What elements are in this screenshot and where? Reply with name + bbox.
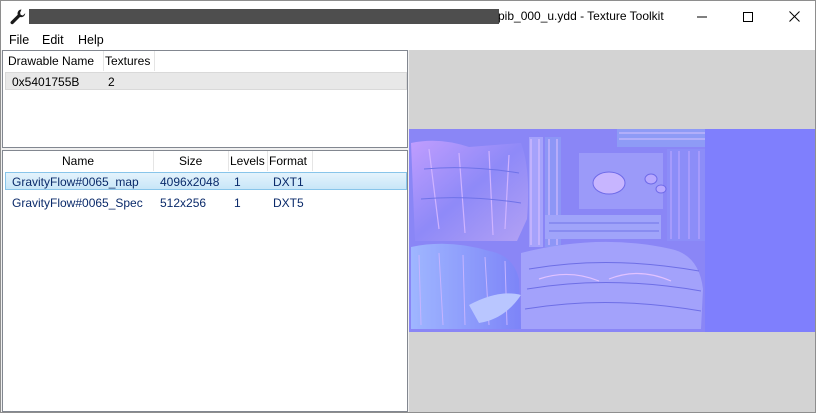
redacted-path bbox=[29, 9, 499, 24]
texture-format-cell: DXT1 bbox=[273, 175, 304, 189]
drawable-name-cell: 0x5401755B bbox=[12, 75, 80, 89]
texture-size-cell: 512x256 bbox=[160, 196, 207, 210]
drawables-list[interactable]: Drawable Name Textures 0x5401755B 2 bbox=[2, 50, 408, 148]
column-header-format[interactable]: Format bbox=[269, 151, 308, 171]
menu-file[interactable]: File bbox=[9, 33, 29, 47]
minimize-button[interactable] bbox=[679, 1, 725, 32]
column-header-drawable-name[interactable]: Drawable Name bbox=[8, 51, 95, 71]
maximize-button[interactable] bbox=[725, 1, 771, 32]
textures-list[interactable]: Name Size Levels Format GravityFlow#0065… bbox=[2, 150, 408, 412]
close-button[interactable] bbox=[771, 1, 815, 32]
title-bar[interactable]: pib_000_u.ydd - Texture Toolkit bbox=[1, 1, 815, 32]
menu-edit[interactable]: Edit bbox=[42, 33, 64, 47]
column-divider[interactable] bbox=[267, 151, 268, 171]
column-divider[interactable] bbox=[103, 51, 104, 71]
close-icon bbox=[788, 11, 800, 22]
wrench-icon bbox=[9, 8, 27, 26]
drawable-textures-cell: 2 bbox=[108, 75, 115, 89]
texture-size-cell: 4096x2048 bbox=[160, 175, 220, 189]
column-divider[interactable] bbox=[312, 151, 313, 171]
column-header-size[interactable]: Size bbox=[179, 151, 203, 171]
column-header-levels[interactable]: Levels bbox=[230, 151, 265, 171]
normal-map-image bbox=[409, 129, 815, 332]
menu-bar: File Edit Help bbox=[1, 32, 815, 50]
texture-toolkit-window: pib_000_u.ydd - Texture Toolkit File Edi… bbox=[0, 0, 816, 413]
column-divider[interactable] bbox=[153, 151, 154, 171]
column-divider[interactable] bbox=[228, 151, 229, 171]
maximize-icon bbox=[743, 11, 753, 22]
texture-name-cell: GravityFlow#0065_map bbox=[12, 175, 139, 189]
column-divider[interactable] bbox=[154, 51, 155, 71]
texture-name-cell: GravityFlow#0065_Spec bbox=[12, 196, 143, 210]
normal-map-texture bbox=[409, 129, 705, 332]
texture-levels-cell: 1 bbox=[234, 175, 241, 189]
texture-preview[interactable] bbox=[409, 50, 815, 412]
column-header-name[interactable]: Name bbox=[62, 151, 95, 171]
minimize-icon bbox=[697, 16, 707, 17]
column-header-textures[interactable]: Textures bbox=[105, 51, 151, 71]
window-title: pib_000_u.ydd - Texture Toolkit bbox=[498, 9, 664, 23]
menu-help[interactable]: Help bbox=[78, 33, 104, 47]
texture-levels-cell: 1 bbox=[234, 196, 241, 210]
texture-format-cell: DXT5 bbox=[273, 196, 304, 210]
